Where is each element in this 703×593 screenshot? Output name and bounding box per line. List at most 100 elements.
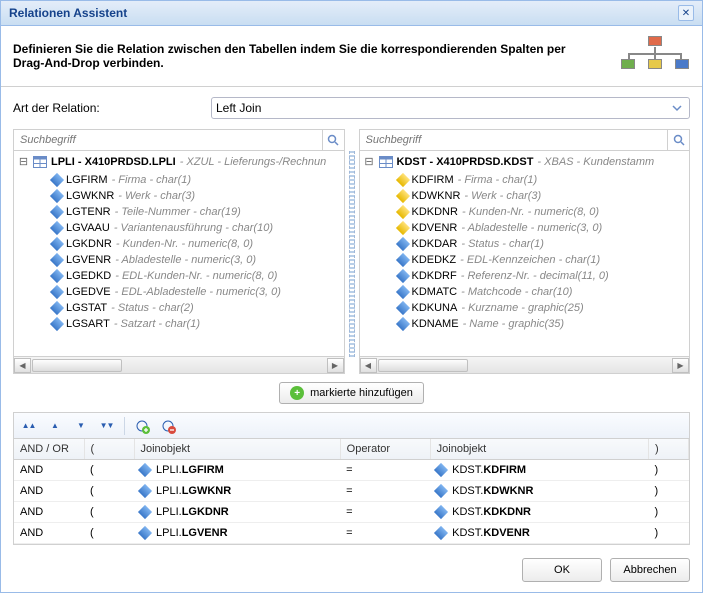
column-item[interactable]: LGTENR - Teile-Nummer - char(19) <box>14 204 344 220</box>
column-name: KDFIRM <box>412 174 454 186</box>
cell-join-right[interactable]: KDST.KDWKNR <box>430 481 648 502</box>
scroll-left-icon[interactable]: ◀ <box>360 358 377 373</box>
cancel-button[interactable]: Abbrechen <box>610 558 690 582</box>
column-name: LGTENR <box>66 206 111 218</box>
cell-andor[interactable]: AND <box>14 460 84 481</box>
move-bottom-icon[interactable]: ▼▼ <box>98 417 116 435</box>
column-item[interactable]: KDVENR - Abladestelle - numeric(3, 0) <box>360 220 690 236</box>
column-item[interactable]: LGFIRM - Firma - char(1) <box>14 172 344 188</box>
cell-join-left[interactable]: LPLI.LGKDNR <box>134 502 340 523</box>
cell-paren-open[interactable]: ( <box>84 481 134 502</box>
column-item[interactable]: LGVENR - Abladestelle - numeric(3, 0) <box>14 252 344 268</box>
cell-join-right[interactable]: KDST.KDKDNR <box>430 502 648 523</box>
cell-andor[interactable]: AND <box>14 523 84 544</box>
cell-join-left[interactable]: LPLI.LGWKNR <box>134 481 340 502</box>
cell-operator[interactable]: = <box>340 460 430 481</box>
column-item[interactable]: KDKUNA - Kurzname - graphic(25) <box>360 300 690 316</box>
cell-operator[interactable]: = <box>340 502 430 523</box>
scroll-thumb[interactable] <box>32 359 122 372</box>
cell-paren-close[interactable]: ) <box>649 460 689 481</box>
relation-diagram-icon <box>620 36 690 76</box>
cell-paren-open[interactable]: ( <box>84 523 134 544</box>
col-paren-close[interactable]: ) <box>649 439 689 460</box>
search-input[interactable] <box>360 130 668 150</box>
column-name: KDKUNA <box>412 302 458 314</box>
col-join1[interactable]: Joinobjekt <box>134 439 340 460</box>
dialog: Relationen Assistent ✕ Definieren Sie di… <box>0 0 703 593</box>
col-join2[interactable]: Joinobjekt <box>430 439 648 460</box>
column-name: LGVAAU <box>66 222 110 234</box>
column-item[interactable]: LGKDNR - Kunden-Nr. - numeric(8, 0) <box>14 236 344 252</box>
cell-join-right[interactable]: KDST.KDVENR <box>430 523 648 544</box>
column-item[interactable]: LGSART - Satzart - char(1) <box>14 316 344 332</box>
move-top-icon[interactable]: ▲▲ <box>20 417 38 435</box>
column-item[interactable]: KDFIRM - Firma - char(1) <box>360 172 690 188</box>
move-down-icon[interactable]: ▼ <box>72 417 90 435</box>
cell-paren-close[interactable]: ) <box>649 481 689 502</box>
column-item[interactable]: KDWKNR - Werk - char(3) <box>360 188 690 204</box>
column-desc: - Kurzname - graphic(25) <box>461 302 583 314</box>
column-item[interactable]: KDEDKZ - EDL-Kennzeichen - char(1) <box>360 252 690 268</box>
column-item[interactable]: LGWKNR - Werk - char(3) <box>14 188 344 204</box>
table-row[interactable]: AND(LPLI.LGFIRM=KDST.KDFIRM) <box>14 460 689 481</box>
col-andor[interactable]: AND / OR <box>14 439 84 460</box>
column-name: LGEDKD <box>66 270 111 282</box>
cell-paren-open[interactable]: ( <box>84 460 134 481</box>
collapse-icon[interactable]: ⊟ <box>364 155 375 168</box>
pane-separator[interactable] <box>349 151 355 357</box>
cell-operator[interactable]: = <box>340 481 430 502</box>
col-paren-open[interactable]: ( <box>84 439 134 460</box>
column-desc: - EDL-Kennzeichen - char(1) <box>460 254 600 266</box>
column-item[interactable]: KDKDNR - Kunden-Nr. - numeric(8, 0) <box>360 204 690 220</box>
scroll-left-icon[interactable]: ◀ <box>14 358 31 373</box>
cell-join-left[interactable]: LPLI.LGFIRM <box>134 460 340 481</box>
column-item[interactable]: LGEDKD - EDL-Kunden-Nr. - numeric(8, 0) <box>14 268 344 284</box>
search-input[interactable] <box>14 130 322 150</box>
search-icon[interactable] <box>322 130 344 150</box>
remove-row-icon[interactable] <box>159 417 177 435</box>
scrollbar[interactable]: ◀ ▶ <box>14 356 344 373</box>
column-item[interactable]: KDKDAR - Status - char(1) <box>360 236 690 252</box>
cell-andor[interactable]: AND <box>14 481 84 502</box>
column-item[interactable]: LGVAAU - Variantenausführung - char(10) <box>14 220 344 236</box>
tree-header[interactable]: ⊟LPLI - X410PRDSD.LPLI - XZUL - Lieferun… <box>14 151 344 172</box>
column-item[interactable]: LGSTAT - Status - char(2) <box>14 300 344 316</box>
field-icon <box>50 269 64 283</box>
column-item[interactable]: KDNAME - Name - graphic(35) <box>360 316 690 332</box>
scroll-right-icon[interactable]: ▶ <box>672 358 689 373</box>
cell-paren-open[interactable]: ( <box>84 502 134 523</box>
cell-andor[interactable]: AND <box>14 502 84 523</box>
table-row[interactable]: AND(LPLI.LGWKNR=KDST.KDWKNR) <box>14 481 689 502</box>
close-icon[interactable]: ✕ <box>678 5 694 21</box>
column-desc: - Abladestelle - numeric(3, 0) <box>115 254 256 266</box>
table-row[interactable]: AND(LPLI.LGKDNR=KDST.KDKDNR) <box>14 502 689 523</box>
tree-header[interactable]: ⊟KDST - X410PRDSD.KDST - XBAS - Kundenst… <box>360 151 690 172</box>
column-name: LGEDVE <box>66 286 111 298</box>
ok-button[interactable]: OK <box>522 558 602 582</box>
add-button-label: markierte hinzufügen <box>310 387 413 399</box>
column-desc: - Kunden-Nr. - numeric(8, 0) <box>462 206 599 218</box>
column-item[interactable]: KDKDRF - Referenz-Nr. - decimal(11, 0) <box>360 268 690 284</box>
table-row[interactable]: AND(LPLI.LGVENR=KDST.KDVENR) <box>14 523 689 544</box>
relation-type-label: Art der Relation: <box>13 101 203 115</box>
collapse-icon[interactable]: ⊟ <box>18 155 29 168</box>
column-item[interactable]: KDMATC - Matchcode - char(10) <box>360 284 690 300</box>
cell-paren-close[interactable]: ) <box>649 523 689 544</box>
search-icon[interactable] <box>667 130 689 150</box>
move-up-icon[interactable]: ▲ <box>46 417 64 435</box>
cell-join-right[interactable]: KDST.KDFIRM <box>430 460 648 481</box>
column-item[interactable]: LGEDVE - EDL-Abladestelle - numeric(3, 0… <box>14 284 344 300</box>
cell-operator[interactable]: = <box>340 523 430 544</box>
col-op[interactable]: Operator <box>340 439 430 460</box>
cell-paren-close[interactable]: ) <box>649 502 689 523</box>
relation-type-select[interactable]: Left Join <box>211 97 690 119</box>
scrollbar[interactable]: ◀ ▶ <box>360 356 690 373</box>
cell-join-left[interactable]: LPLI.LGVENR <box>134 523 340 544</box>
add-selected-button[interactable]: + markierte hinzufügen <box>279 382 424 404</box>
left-tree[interactable]: ⊟LPLI - X410PRDSD.LPLI - XZUL - Lieferun… <box>14 151 344 356</box>
scroll-right-icon[interactable]: ▶ <box>327 358 344 373</box>
add-row-icon[interactable] <box>133 417 151 435</box>
scroll-thumb[interactable] <box>378 359 468 372</box>
right-tree[interactable]: ⊟KDST - X410PRDSD.KDST - XBAS - Kundenst… <box>360 151 690 356</box>
field-icon <box>138 505 152 519</box>
